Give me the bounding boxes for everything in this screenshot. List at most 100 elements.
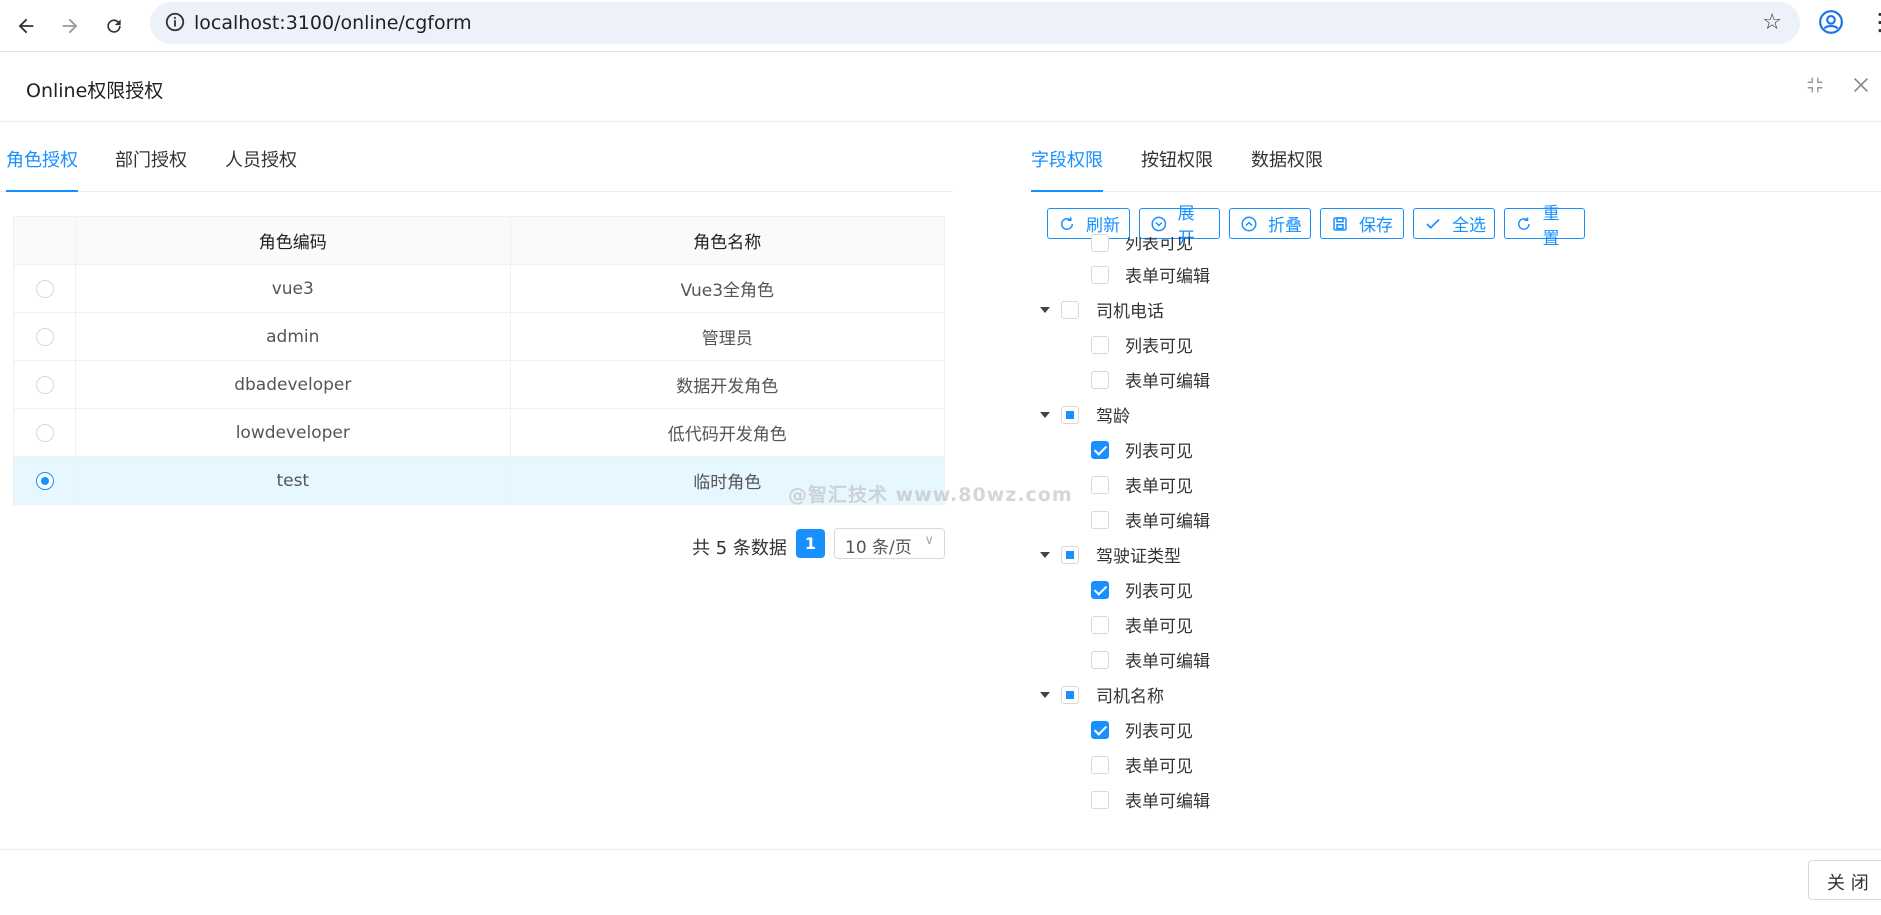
row-radio[interactable] bbox=[35, 279, 54, 298]
tree-node-label: 驾驶证类型 bbox=[1096, 547, 1181, 567]
role-name: 低代码开发角色 bbox=[510, 408, 946, 457]
back-icon[interactable] bbox=[8, 8, 44, 44]
tab-role-auth[interactable]: 角色授权 bbox=[6, 146, 78, 192]
tree-node-label: 表单可见 bbox=[1125, 477, 1193, 497]
tree-checkbox-checked[interactable] bbox=[1091, 581, 1109, 599]
check-icon bbox=[1426, 218, 1440, 229]
column-header-role-code: 角色编码 bbox=[75, 216, 511, 265]
select-all-label: 全选 bbox=[1452, 216, 1486, 236]
reset-icon bbox=[1517, 216, 1530, 230]
tree-checkbox[interactable] bbox=[1091, 511, 1109, 529]
select-all-button[interactable]: 全选 bbox=[1413, 208, 1495, 239]
tree-checkbox[interactable] bbox=[1091, 791, 1109, 809]
tab-user-auth[interactable]: 人员授权 bbox=[225, 146, 297, 190]
save-button[interactable]: 保存 bbox=[1320, 208, 1404, 239]
tree-node-label: 列表可见 bbox=[1125, 337, 1193, 357]
role-name: 数据开发角色 bbox=[510, 360, 946, 409]
browser-toolbar: localhost:3100/online/cgform ☆ ⋮ bbox=[0, 0, 1881, 52]
role-name: 管理员 bbox=[510, 312, 946, 361]
tree-node-label: 司机电话 bbox=[1096, 302, 1164, 322]
permission-modal: Online权限授权 角色授权 部门授权 人员授权 角色编码 角色名称 vue3… bbox=[0, 52, 1881, 915]
role-code: vue3 bbox=[75, 264, 511, 313]
tab-data-permission[interactable]: 数据权限 bbox=[1251, 146, 1323, 190]
tab-dept-auth[interactable]: 部门授权 bbox=[115, 146, 187, 190]
bookmark-star-icon[interactable]: ☆ bbox=[1762, 10, 1782, 35]
role-code: dbadeveloper bbox=[75, 360, 511, 409]
role-name: Vue3全角色 bbox=[510, 264, 946, 313]
tree-node-label: 表单可编辑 bbox=[1125, 792, 1210, 812]
save-label: 保存 bbox=[1359, 216, 1393, 236]
row-radio[interactable] bbox=[35, 423, 54, 442]
close-icon[interactable] bbox=[1850, 74, 1876, 100]
tree-checkbox[interactable] bbox=[1091, 336, 1109, 354]
tree-checkbox[interactable] bbox=[1091, 234, 1109, 252]
tree-checkbox-checked[interactable] bbox=[1091, 441, 1109, 459]
address-bar[interactable]: localhost:3100/online/cgform ☆ bbox=[150, 2, 1800, 44]
caret-down-icon[interactable] bbox=[1040, 692, 1050, 698]
modal-header: Online权限授权 bbox=[0, 52, 1881, 122]
table-row[interactable]: lowdeveloper 低代码开发角色 bbox=[13, 408, 946, 457]
role-table: 角色编码 角色名称 vue3 Vue3全角色 admin 管理员 dbadeve… bbox=[13, 216, 946, 505]
right-tabs: 字段权限 按钮权限 数据权限 bbox=[1031, 128, 1881, 192]
caret-down-icon[interactable] bbox=[1040, 552, 1050, 558]
pagination-current-page[interactable]: 1 bbox=[796, 529, 825, 558]
profile-icon[interactable] bbox=[1818, 9, 1848, 39]
column-header-role-name: 角色名称 bbox=[510, 216, 946, 265]
tree-node-label: 列表可见 bbox=[1125, 582, 1193, 602]
tree-node-label: 列表可见 bbox=[1125, 722, 1193, 742]
modal-title: Online权限授权 bbox=[26, 80, 164, 102]
pagination-total: 共 5 条数据 bbox=[692, 538, 787, 559]
browser-menu-icon[interactable]: ⋮ bbox=[1868, 8, 1881, 36]
footer-divider bbox=[0, 849, 1881, 850]
caret-down-icon[interactable] bbox=[1040, 307, 1050, 313]
close-button[interactable]: 关 闭 bbox=[1808, 860, 1881, 900]
tree-node-label: 驾龄 bbox=[1096, 407, 1130, 427]
reload-icon[interactable] bbox=[96, 8, 132, 44]
table-row[interactable]: admin 管理员 bbox=[13, 312, 946, 361]
table-row[interactable]: dbadeveloper 数据开发角色 bbox=[13, 360, 946, 409]
row-radio[interactable] bbox=[35, 327, 54, 346]
tree-node-label: 表单可见 bbox=[1125, 617, 1193, 637]
site-info-icon[interactable] bbox=[164, 11, 188, 35]
table-row[interactable]: vue3 Vue3全角色 bbox=[13, 264, 946, 313]
refresh-button[interactable]: 刷新 bbox=[1047, 208, 1130, 239]
reset-button[interactable]: 重置 bbox=[1504, 204, 1585, 249]
tree-checkbox[interactable] bbox=[1091, 616, 1109, 634]
tree-checkbox[interactable] bbox=[1091, 371, 1109, 389]
save-icon bbox=[1333, 216, 1347, 231]
watermark-text: @智汇技术 www.80wz.com bbox=[788, 484, 1073, 506]
forward-icon[interactable] bbox=[52, 8, 88, 44]
page-size-value: 10 条/页 bbox=[845, 538, 912, 558]
collapse-button[interactable]: 折叠 bbox=[1229, 208, 1311, 239]
url-text: localhost:3100/online/cgform bbox=[194, 12, 472, 34]
tree-checkbox[interactable] bbox=[1061, 301, 1079, 319]
page-size-select[interactable]: 10 条/页 ∨ bbox=[834, 528, 945, 559]
collapse-label: 折叠 bbox=[1268, 216, 1302, 236]
tree-checkbox-partial[interactable] bbox=[1061, 546, 1079, 564]
tree-checkbox[interactable] bbox=[1091, 651, 1109, 669]
tree-checkbox[interactable] bbox=[1091, 756, 1109, 774]
tree-node-label: 表单可编辑 bbox=[1125, 512, 1210, 532]
caret-down-icon[interactable] bbox=[1040, 412, 1050, 418]
tree-checkbox[interactable] bbox=[1091, 266, 1109, 284]
row-radio-selected[interactable] bbox=[35, 471, 54, 490]
tree-node-label: 列表可见 bbox=[1125, 442, 1193, 462]
collapse-icon bbox=[1241, 216, 1257, 231]
role-code: admin bbox=[75, 312, 511, 361]
reset-label: 重置 bbox=[1542, 203, 1560, 249]
select-column-header bbox=[13, 216, 77, 265]
tab-button-permission[interactable]: 按钮权限 bbox=[1141, 146, 1213, 190]
expand-button[interactable]: 展开 bbox=[1139, 204, 1220, 249]
tree-node-label: 司机名称 bbox=[1096, 687, 1164, 707]
row-radio[interactable] bbox=[35, 375, 54, 394]
fullscreen-exit-icon[interactable] bbox=[1804, 74, 1830, 100]
role-code: lowdeveloper bbox=[75, 408, 511, 457]
tree-checkbox-checked[interactable] bbox=[1091, 721, 1109, 739]
tree-node-label: 表单可编辑 bbox=[1125, 652, 1210, 672]
tab-field-permission[interactable]: 字段权限 bbox=[1031, 146, 1103, 192]
tree-node-label: 表单可见 bbox=[1125, 757, 1193, 777]
tree-checkbox-partial[interactable] bbox=[1061, 686, 1079, 704]
tree-checkbox-partial[interactable] bbox=[1061, 406, 1079, 424]
tree-checkbox[interactable] bbox=[1091, 476, 1109, 494]
role-code: test bbox=[75, 456, 511, 505]
